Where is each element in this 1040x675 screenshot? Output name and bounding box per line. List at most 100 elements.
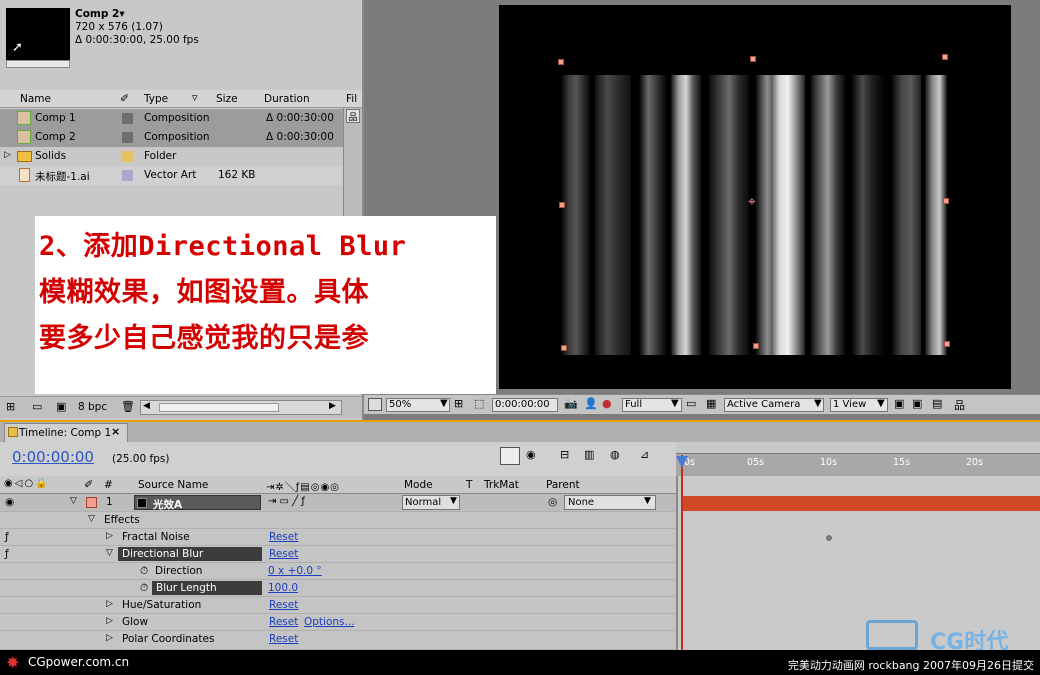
toggle-pixel-aspect-icon[interactable]: ▣ bbox=[894, 397, 904, 410]
comp-mini-flowchart-icon[interactable] bbox=[500, 447, 520, 465]
show-snapshot-icon[interactable]: 👤 bbox=[584, 397, 598, 410]
twirl-down-icon[interactable]: ▽ bbox=[70, 496, 77, 506]
chevron-down-icon[interactable]: ▼ bbox=[644, 496, 651, 506]
col-duration[interactable]: Duration bbox=[264, 93, 310, 105]
grid-overlay-icon[interactable]: ⊞ bbox=[454, 397, 463, 410]
scroll-thumb[interactable] bbox=[159, 403, 279, 412]
horizontal-scrollbar[interactable]: ◀ ▶ bbox=[140, 400, 342, 415]
close-icon[interactable]: × bbox=[111, 425, 120, 438]
label-swatch[interactable] bbox=[122, 170, 133, 181]
label-tag-icon[interactable]: ✐ bbox=[120, 92, 129, 105]
draft-3d-icon[interactable]: ⊟ bbox=[560, 448, 569, 461]
current-time-indicator[interactable] bbox=[681, 455, 683, 650]
new-comp-icon[interactable]: ▣ bbox=[56, 400, 66, 413]
transform-handle[interactable] bbox=[943, 198, 949, 204]
reset-link[interactable]: Reset bbox=[269, 599, 298, 611]
viewer-timecode[interactable]: 0:00:00:00 bbox=[492, 398, 558, 412]
project-item-comp1[interactable]: Comp 1 Composition Δ 0:00:30:00 bbox=[0, 109, 343, 128]
project-item-vector[interactable]: 未标题-1.ai Vector Art 162 KB bbox=[0, 166, 343, 185]
twirl-right-icon[interactable]: ▷ bbox=[106, 531, 113, 541]
effect-glow[interactable]: ▷ Glow Reset Options... bbox=[0, 614, 676, 631]
col-file[interactable]: Fil bbox=[346, 93, 357, 105]
effect-directional-blur[interactable]: ƒ ▽ Directional Blur Reset bbox=[0, 546, 676, 563]
fx-toggle-icon[interactable]: ƒ bbox=[5, 548, 9, 560]
flowchart-icon[interactable]: 品 bbox=[954, 397, 965, 413]
label-tag-icon[interactable]: ✐ bbox=[84, 478, 93, 491]
always-preview-icon[interactable] bbox=[368, 398, 382, 411]
effect-polar-coordinates[interactable]: ▷ Polar Coordinates Reset bbox=[0, 631, 676, 650]
composition-canvas[interactable]: ⌖ bbox=[499, 5, 1011, 389]
effect-hue-saturation[interactable]: ▷ Hue/Saturation Reset bbox=[0, 597, 676, 614]
snapshot-icon[interactable]: 📷 bbox=[564, 397, 578, 410]
label-swatch[interactable] bbox=[122, 151, 133, 162]
chevron-down-icon[interactable]: ▼ bbox=[671, 398, 679, 409]
time-ruler[interactable]: 0s 05s 10s 15s 20s bbox=[676, 442, 1040, 476]
eye-icon[interactable]: ◉ bbox=[5, 496, 14, 508]
panel-grip-icon[interactable] bbox=[8, 427, 18, 437]
chevron-down-icon[interactable]: ▿ bbox=[192, 91, 198, 104]
layer-name-field[interactable]: 光效A bbox=[134, 495, 261, 511]
keyframe-dot[interactable] bbox=[826, 535, 832, 541]
mask-view-icon[interactable]: ⬚ bbox=[474, 397, 484, 410]
comp-name[interactable]: Comp 2▾ bbox=[75, 8, 125, 20]
label-swatch[interactable] bbox=[122, 113, 133, 124]
transform-handle[interactable] bbox=[561, 345, 567, 351]
anchor-point-icon[interactable]: ⌖ bbox=[748, 194, 756, 210]
tab-timeline-comp1[interactable]: Timeline: Comp 1 × bbox=[4, 423, 128, 442]
graph-editor-icon[interactable]: ⊿ bbox=[640, 448, 649, 461]
project-item-comp2[interactable]: Comp 2 Composition Δ 0:00:30:00 bbox=[0, 128, 343, 147]
project-item-solids[interactable]: ▷ Solids Folder bbox=[0, 147, 343, 166]
twirl-right-icon[interactable]: ▷ bbox=[106, 616, 113, 626]
new-folder-icon[interactable]: ▭ bbox=[32, 400, 42, 413]
timeline-timecode[interactable]: 0:00:00:00 bbox=[12, 448, 94, 466]
work-area-bar[interactable] bbox=[676, 442, 1040, 454]
chevron-down-icon[interactable]: ▼ bbox=[814, 398, 822, 409]
fx-switch-icon[interactable]: ⇥ ▭ ╱ ƒ bbox=[268, 496, 305, 507]
twirl-down-icon[interactable]: ▽ bbox=[106, 548, 113, 558]
flowchart-icon[interactable]: 品 bbox=[346, 109, 360, 123]
motion-blur-icon[interactable]: ◍ bbox=[610, 448, 620, 461]
trash-icon[interactable]: 🗑 bbox=[121, 400, 135, 413]
col-name[interactable]: Name bbox=[20, 93, 51, 105]
reset-link[interactable]: Reset bbox=[269, 616, 298, 628]
triangle-right-icon[interactable]: ▷ bbox=[4, 150, 11, 160]
transform-handle[interactable] bbox=[558, 59, 564, 65]
effect-fractal-noise[interactable]: ƒ ▷ Fractal Noise Reset bbox=[0, 529, 676, 546]
reset-link[interactable]: Reset bbox=[269, 633, 298, 645]
fast-preview-icon[interactable]: ▣ bbox=[912, 397, 922, 410]
reset-link[interactable]: Reset bbox=[269, 548, 298, 560]
pickwhip-icon[interactable]: ◎ bbox=[548, 496, 557, 508]
stopwatch-icon[interactable]: ⏱ bbox=[140, 582, 148, 595]
transform-handle[interactable] bbox=[750, 56, 756, 62]
effects-group[interactable]: ▽ Effects bbox=[0, 512, 676, 529]
timeline-icon[interactable]: ▤ bbox=[932, 397, 942, 410]
project-scrollbar[interactable]: 品 bbox=[343, 108, 362, 218]
chevron-down-icon[interactable]: ▼ bbox=[450, 496, 457, 506]
region-of-interest-icon[interactable]: ▭ bbox=[686, 397, 696, 410]
twirl-right-icon[interactable]: ▷ bbox=[106, 599, 113, 609]
live-update-icon[interactable]: ◉ bbox=[526, 448, 536, 461]
label-swatch[interactable] bbox=[122, 132, 133, 143]
interpret-footage-icon[interactable]: ⊞ bbox=[6, 400, 15, 413]
property-direction[interactable]: ⏱ Direction 0 x +0.0 ° bbox=[0, 563, 676, 580]
direction-value[interactable]: 0 x +0.0 ° bbox=[268, 565, 322, 577]
transform-handle[interactable] bbox=[559, 202, 565, 208]
reset-link[interactable]: Reset bbox=[269, 531, 298, 543]
col-mode[interactable]: Mode bbox=[404, 479, 433, 491]
transparency-grid-icon[interactable]: ▦ bbox=[706, 397, 716, 410]
label-swatch[interactable] bbox=[86, 497, 97, 508]
camera-select[interactable]: Active Camera bbox=[724, 398, 824, 412]
chevron-down-icon[interactable]: ▼ bbox=[877, 398, 885, 409]
col-parent[interactable]: Parent bbox=[546, 479, 580, 491]
col-type[interactable]: Type bbox=[144, 93, 168, 105]
bit-depth[interactable]: 8 bpc bbox=[78, 401, 107, 413]
scroll-right-icon[interactable]: ▶ bbox=[329, 401, 336, 411]
parent-select[interactable]: None bbox=[564, 495, 656, 510]
frame-blending-icon[interactable]: ▥ bbox=[584, 448, 594, 461]
transform-handle[interactable] bbox=[942, 54, 948, 60]
layer-row[interactable]: ◉ ▽ 1 光效A ⇥ ▭ ╱ ƒ Normal ▼ ◎ None ▼ bbox=[0, 494, 676, 512]
twirl-down-icon[interactable]: ▽ bbox=[88, 514, 95, 524]
layer-switches-icon[interactable]: ⇥✲＼ƒ▤◎◉◎ bbox=[266, 478, 340, 493]
scroll-left-icon[interactable]: ◀ bbox=[143, 401, 150, 411]
transform-handle[interactable] bbox=[753, 343, 759, 349]
